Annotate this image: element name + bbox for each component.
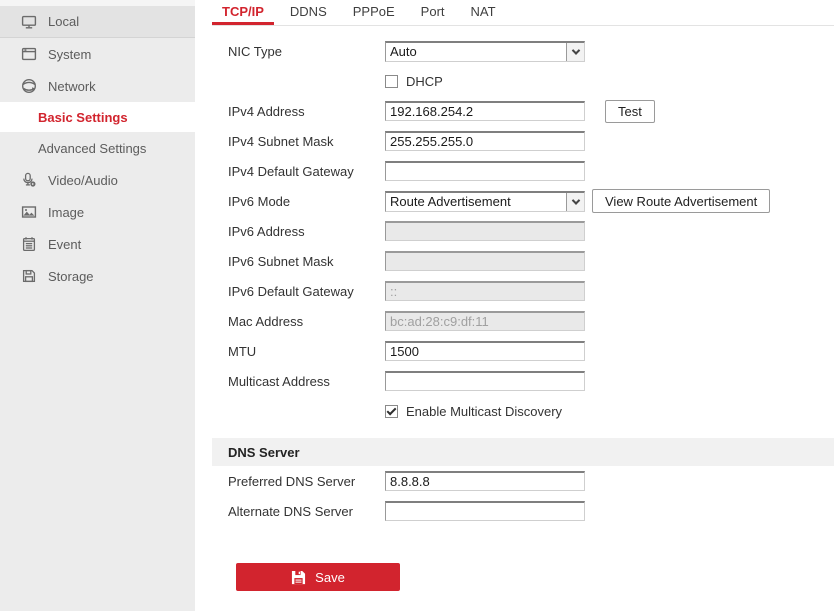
tab-tcpip[interactable]: TCP/IP [212,0,274,25]
app-window: Local System Network [0,0,834,611]
storage-icon [20,268,37,285]
ipv4-subnet-mask-row: IPv4 Subnet Mask [212,126,834,156]
enable-multicast-discovery-label: Enable Multicast Discovery [406,404,562,419]
event-icon [20,236,37,253]
sidebar-item-local[interactable]: Local [0,6,195,38]
ipv6-mode-select[interactable]: Route Advertisement [385,191,585,212]
multicast-address-input[interactable] [385,371,585,391]
sidebar-item-video-audio[interactable]: Video/Audio [0,164,195,196]
ipv4-default-gateway-input[interactable] [385,161,585,181]
multicast-address-label: Multicast Address [228,374,385,389]
ipv4-default-gateway-row: IPv4 Default Gateway [212,156,834,186]
sidebar: Local System Network [0,0,195,611]
ipv4-default-gateway-label: IPv4 Default Gateway [228,164,385,179]
ipv4-address-label: IPv4 Address [228,104,385,119]
preferred-dns-row: Preferred DNS Server [212,466,834,496]
ipv6-address-label: IPv6 Address [228,224,385,239]
sidebar-item-label: Image [48,205,84,220]
sidebar-item-label: Network [48,79,96,94]
alternate-dns-label: Alternate DNS Server [228,504,385,519]
sidebar-item-advanced-settings[interactable]: Advanced Settings [0,132,195,164]
nic-type-row: NIC Type Auto [212,36,834,66]
save-icon [291,570,306,585]
sidebar-item-image[interactable]: Image [0,196,195,228]
sidebar-item-basic-settings[interactable]: Basic Settings [0,102,195,132]
mtu-row: MTU [212,336,834,366]
ipv6-address-input [385,221,585,241]
dns-server-title: DNS Server [228,445,300,460]
chevron-down-icon [566,43,584,61]
ipv6-default-gateway-input [385,281,585,301]
ipv6-subnet-mask-label: IPv6 Subnet Mask [228,254,385,269]
nic-type-label: NIC Type [228,44,385,59]
image-icon [20,204,37,221]
ipv4-subnet-mask-label: IPv4 Subnet Mask [228,134,385,149]
main-content: TCP/IP DDNS PPPoE Port NAT NIC Type Auto… [195,0,834,611]
sidebar-item-event[interactable]: Event [0,228,195,260]
chevron-down-icon [566,193,584,211]
dhcp-row: DHCP [212,66,834,96]
window-icon [20,46,37,63]
mac-address-row: Mac Address [212,306,834,336]
tab-ddns[interactable]: DDNS [280,0,337,25]
alternate-dns-row: Alternate DNS Server [212,496,834,526]
preferred-dns-label: Preferred DNS Server [228,474,385,489]
ipv4-address-row: IPv4 Address Test [212,96,834,126]
sidebar-item-label: System [48,47,91,62]
dhcp-label: DHCP [406,74,443,89]
tab-pppoe[interactable]: PPPoE [343,0,405,25]
ipv6-default-gateway-label: IPv6 Default Gateway [228,284,385,299]
save-button-label: Save [315,570,345,585]
sidebar-item-network[interactable]: Network [0,70,195,102]
tab-port[interactable]: Port [411,0,455,25]
sidebar-item-label: Storage [48,269,94,284]
preferred-dns-input[interactable] [385,471,585,491]
sidebar-item-label: Local [48,14,79,29]
sidebar-item-label: Basic Settings [38,110,128,125]
save-button[interactable]: Save [236,563,400,591]
sidebar-item-label: Advanced Settings [38,141,146,156]
dhcp-checkbox[interactable] [385,75,398,88]
tcpip-form: NIC Type Auto DHCP IPv4 Address Test IPv… [212,36,834,591]
mtu-input[interactable] [385,341,585,361]
ipv4-subnet-mask-input[interactable] [385,131,585,151]
multicast-address-row: Multicast Address [212,366,834,396]
ipv6-default-gateway-row: IPv6 Default Gateway [212,276,834,306]
ipv6-subnet-mask-input [385,251,585,271]
test-button[interactable]: Test [605,100,655,123]
tab-bar: TCP/IP DDNS PPPoE Port NAT [212,0,834,26]
monitor-icon [20,13,37,30]
alternate-dns-input[interactable] [385,501,585,521]
ipv4-address-input[interactable] [385,101,585,121]
enable-multicast-discovery-row: Enable Multicast Discovery [212,396,834,426]
ipv6-subnet-mask-row: IPv6 Subnet Mask [212,246,834,276]
mtu-label: MTU [228,344,385,359]
sidebar-item-storage[interactable]: Storage [0,260,195,292]
mac-address-label: Mac Address [228,314,385,329]
nic-type-select[interactable]: Auto [385,41,585,62]
view-route-advertisement-button[interactable]: View Route Advertisement [592,189,770,213]
ipv6-address-row: IPv6 Address [212,216,834,246]
mac-address-input [385,311,585,331]
ipv6-mode-row: IPv6 Mode Route Advertisement View Route… [212,186,834,216]
ipv6-mode-label: IPv6 Mode [228,194,385,209]
dns-server-section-header: DNS Server [212,438,834,466]
sidebar-item-label: Event [48,237,81,252]
nic-type-selected-value: Auto [386,44,566,59]
sidebar-item-label: Video/Audio [48,173,118,188]
sidebar-item-system[interactable]: System [0,38,195,70]
ipv6-mode-selected-value: Route Advertisement [386,194,566,209]
globe-icon [20,78,37,95]
mic-icon [20,172,37,189]
tab-nat[interactable]: NAT [461,0,506,25]
enable-multicast-discovery-checkbox[interactable] [385,405,398,418]
